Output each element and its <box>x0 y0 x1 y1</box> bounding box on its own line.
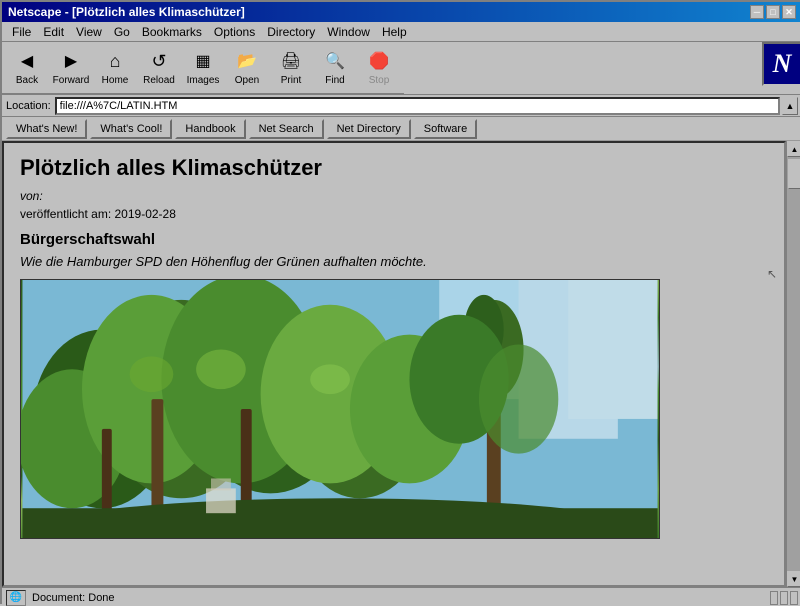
home-label: Home <box>102 75 129 86</box>
reload-button[interactable]: ↺ Reload <box>138 46 180 90</box>
menu-go[interactable]: Go <box>108 23 136 41</box>
page-scrollbar: ▲ ▼ <box>786 141 800 587</box>
netscape-logo: N <box>762 42 800 86</box>
browser-content: Plötzlich alles Klimaschützer von: veröf… <box>2 141 786 587</box>
status-icon: 🌐 <box>6 590 26 606</box>
window-controls: ─ □ ✕ <box>750 5 796 19</box>
scroll-down-button[interactable]: ▼ <box>787 571 800 587</box>
home-icon: ⌂ <box>103 49 127 73</box>
maximize-button[interactable]: □ <box>766 5 780 19</box>
stop-button[interactable]: 🛑 Stop <box>358 46 400 90</box>
open-icon: 📂 <box>235 49 259 73</box>
find-label: Find <box>325 75 344 86</box>
close-button[interactable]: ✕ <box>782 5 796 19</box>
whats-cool-button[interactable]: What's Cool! <box>90 119 172 139</box>
handbook-button[interactable]: Handbook <box>175 119 245 139</box>
home-button[interactable]: ⌂ Home <box>94 46 136 90</box>
progress-area <box>770 591 798 605</box>
article-published: veröffentlicht am: 2019-02-28 <box>20 207 768 221</box>
back-button[interactable]: ◀ Back <box>6 46 48 90</box>
minimize-button[interactable]: ─ <box>750 5 764 19</box>
published-label: veröffentlicht am: <box>20 207 115 221</box>
back-label: Back <box>16 75 38 86</box>
location-input[interactable] <box>55 97 780 115</box>
forward-icon: ▶ <box>59 49 83 73</box>
scroll-track <box>787 157 800 571</box>
status-bar: 🌐 Document: Done <box>2 587 800 606</box>
software-button[interactable]: Software <box>414 119 477 139</box>
menu-directory[interactable]: Directory <box>261 23 321 41</box>
scroll-thumb[interactable] <box>788 159 800 189</box>
open-button[interactable]: 📂 Open <box>226 46 268 90</box>
article-image <box>20 279 660 539</box>
reload-icon: ↺ <box>147 49 171 73</box>
published-date: 2019-02-28 <box>115 207 176 221</box>
find-button[interactable]: 🔍 Find <box>314 46 356 90</box>
location-scroll-button[interactable]: ▲ <box>782 97 798 115</box>
find-icon: 🔍 <box>323 49 347 73</box>
menu-options[interactable]: Options <box>208 23 261 41</box>
reload-label: Reload <box>143 75 175 86</box>
open-label: Open <box>235 75 259 86</box>
menu-bookmarks[interactable]: Bookmarks <box>136 23 208 41</box>
print-button[interactable]: 🖨 Print <box>270 46 312 90</box>
stop-label: Stop <box>369 75 390 86</box>
whats-new-button[interactable]: What's New! <box>6 119 87 139</box>
net-search-button[interactable]: Net Search <box>249 119 324 139</box>
images-icon: ▦ <box>191 49 215 73</box>
article-title: Plötzlich alles Klimaschützer <box>20 155 768 181</box>
back-icon: ◀ <box>15 49 39 73</box>
forward-button[interactable]: ▶ Forward <box>50 46 92 90</box>
location-bar: Location: ▲ <box>2 95 800 117</box>
menu-bar: File Edit View Go Bookmarks Options Dire… <box>2 22 800 42</box>
article-subtitle: Bürgerschaftswahl <box>20 231 768 248</box>
progress-block-2 <box>780 591 788 605</box>
progress-block <box>770 591 778 605</box>
menu-view[interactable]: View <box>70 23 108 41</box>
progress-block-3 <box>790 591 798 605</box>
toolbar: ◀ Back ▶ Forward ⌂ Home ↺ Reload ▦ Image… <box>2 42 404 94</box>
von-label: von: <box>20 189 43 203</box>
nav-buttons: What's New! What's Cool! Handbook Net Se… <box>2 117 800 141</box>
article-lead: Wie die Hamburger SPD den Höhenflug der … <box>20 254 768 269</box>
menu-file[interactable]: File <box>6 23 37 41</box>
stop-icon: 🛑 <box>367 49 391 73</box>
images-button[interactable]: ▦ Images <box>182 46 224 90</box>
status-text: Document: Done <box>32 592 115 604</box>
location-label: Location: <box>6 100 51 112</box>
window-title: Netscape - [Plötzlich alles Klimaschütze… <box>8 5 245 19</box>
forward-label: Forward <box>53 75 90 86</box>
scroll-up-button[interactable]: ▲ <box>787 141 800 157</box>
net-directory-button[interactable]: Net Directory <box>327 119 411 139</box>
menu-help[interactable]: Help <box>376 23 413 41</box>
title-bar: Netscape - [Plötzlich alles Klimaschütze… <box>2 2 800 22</box>
images-label: Images <box>187 75 220 86</box>
print-label: Print <box>281 75 302 86</box>
article-meta: von: <box>20 189 768 203</box>
menu-edit[interactable]: Edit <box>37 23 70 41</box>
print-icon: 🖨 <box>279 49 303 73</box>
menu-window[interactable]: Window <box>321 23 376 41</box>
